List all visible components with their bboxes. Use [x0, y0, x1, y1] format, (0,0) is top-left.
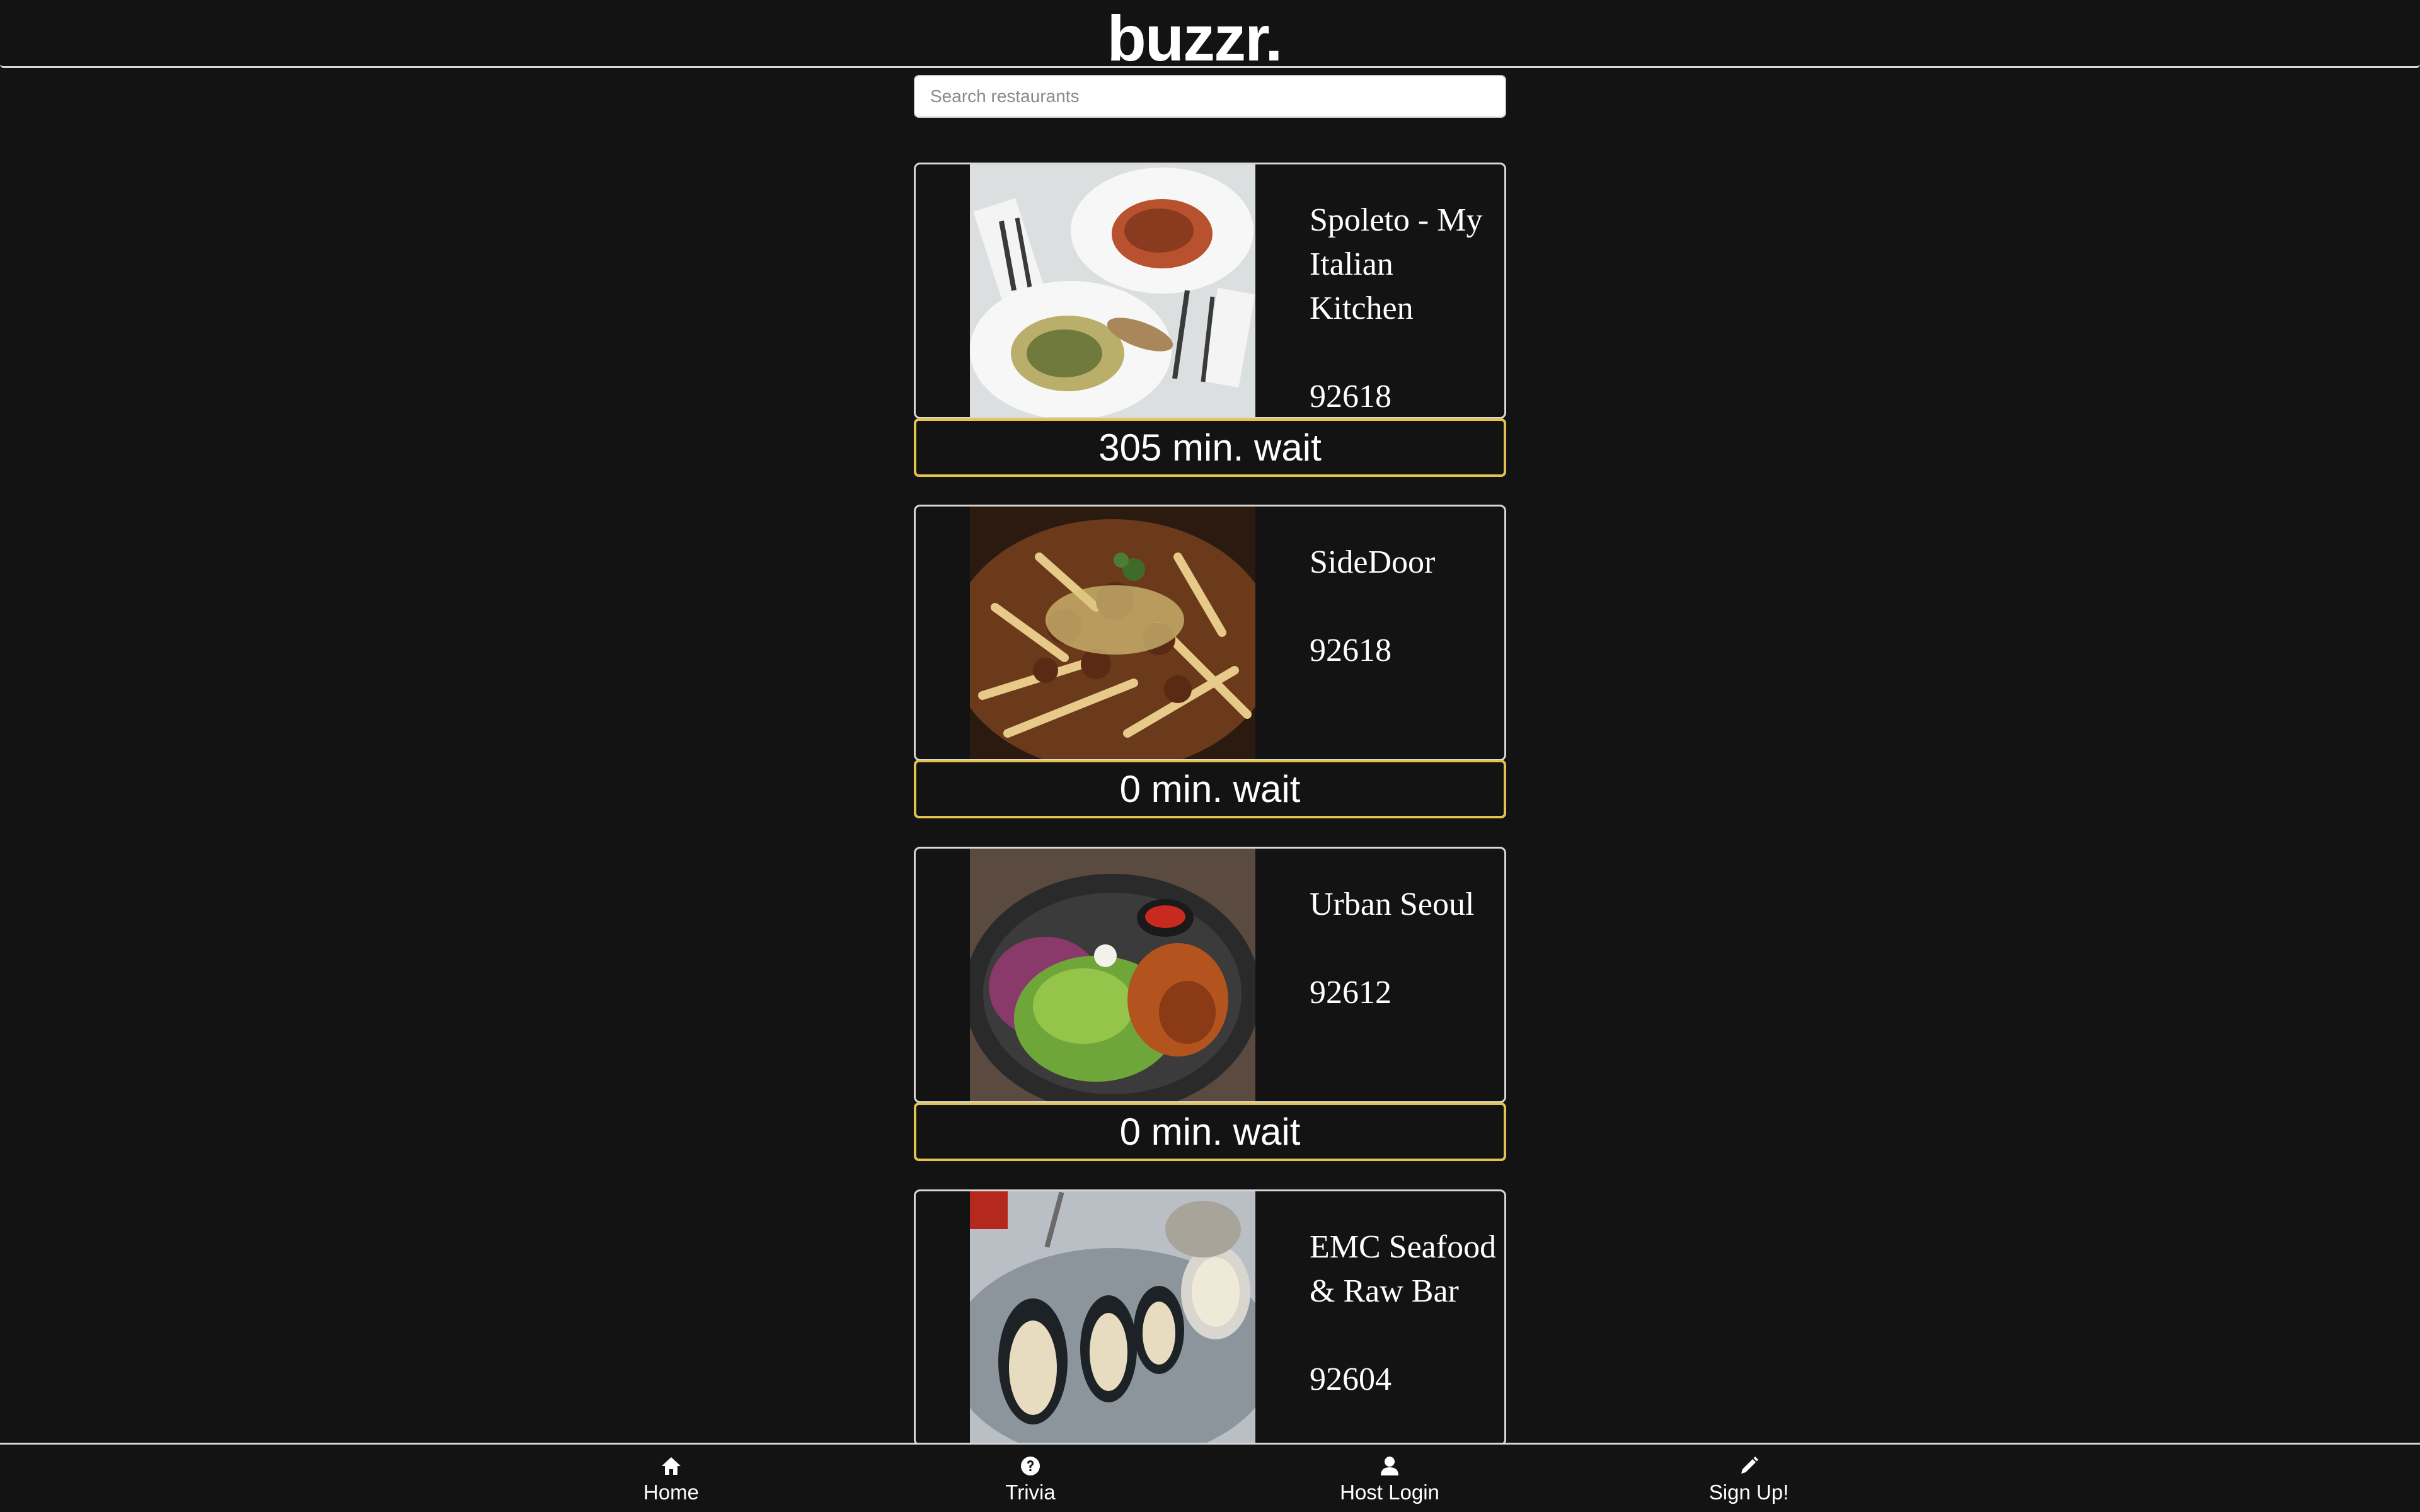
restaurant-card[interactable]: Spoleto - My Italian Kitchen 92618: [914, 163, 1506, 419]
wait-time-button[interactable]: 305 min. wait: [914, 418, 1506, 477]
app-header: buzzr.: [0, 0, 2420, 73]
nav-host-login[interactable]: Host Login: [1295, 1455, 1484, 1505]
restaurant-info: Urban Seoul 92612: [1310, 883, 1499, 1015]
restaurant-name: Spoleto - My Italian Kitchen: [1310, 202, 1483, 326]
restaurant-name: Urban Seoul: [1310, 886, 1475, 922]
restaurant-zip: 92618: [1310, 379, 1392, 415]
pencil-icon: [1741, 1457, 1758, 1474]
restaurant-name: EMC Seafood & Raw Bar: [1310, 1229, 1497, 1309]
restaurant-image: [970, 1191, 1255, 1444]
restaurant-info: EMC Seafood & Raw Bar 92604: [1310, 1225, 1499, 1402]
nav-home[interactable]: Home: [577, 1455, 766, 1505]
nav-trivia[interactable]: Trivia: [936, 1455, 1125, 1505]
nav-label: Sign Up!: [1708, 1480, 1789, 1504]
wait-time-button[interactable]: 0 min. wait: [914, 760, 1506, 818]
search-input[interactable]: [914, 75, 1506, 118]
restaurant-zip: 92612: [1310, 975, 1392, 1011]
nav-label: Home: [643, 1480, 700, 1504]
nav-label: Trivia: [1005, 1480, 1056, 1504]
wait-time-button[interactable]: 0 min. wait: [914, 1102, 1506, 1161]
restaurant-image: [970, 507, 1255, 759]
question-circle-icon: [1021, 1457, 1040, 1475]
nav-label: Host Login: [1340, 1480, 1439, 1504]
restaurant-image: [970, 849, 1255, 1101]
nav-sign-up[interactable]: Sign Up!: [1654, 1455, 1843, 1505]
restaurant-zip: 92604: [1310, 1361, 1392, 1397]
restaurant-info: Spoleto - My Italian Kitchen 92618: [1310, 198, 1499, 417]
restaurant-zip: 92618: [1310, 633, 1392, 668]
restaurant-name: SideDoor: [1310, 544, 1436, 580]
restaurant-card[interactable]: SideDoor 92618: [914, 505, 1506, 761]
restaurant-image: [970, 164, 1255, 417]
app-logo[interactable]: buzzr.: [0, 4, 2388, 73]
user-icon: [1381, 1457, 1398, 1475]
bottom-nav: Home Trivia Host Login Sign Up!: [0, 1443, 2420, 1512]
home-icon: [662, 1457, 681, 1475]
restaurant-card[interactable]: EMC Seafood & Raw Bar 92604: [914, 1189, 1506, 1446]
restaurant-card[interactable]: Urban Seoul 92612: [914, 847, 1506, 1103]
restaurant-info: SideDoor 92618: [1310, 541, 1499, 673]
